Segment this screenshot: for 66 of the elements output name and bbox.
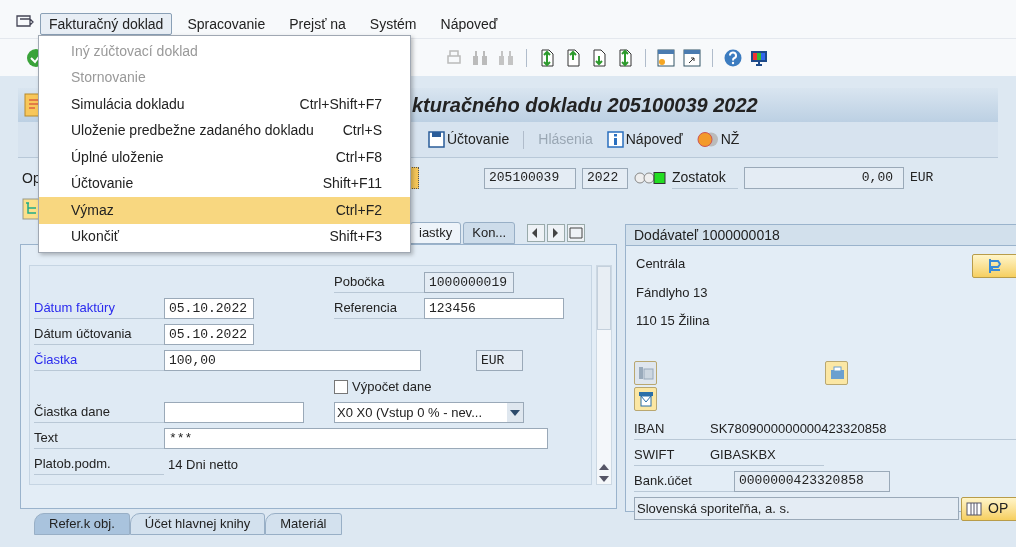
input-field[interactable]: 205100039 [484,167,576,189]
input-field[interactable]: 05.10.2022 [164,324,254,345]
checkbox[interactable] [334,379,348,394]
input-field[interactable]: 123456 [424,298,564,319]
status-lights-icon [634,171,666,185]
info-icon [606,131,624,148]
checkbox-label: Výpočet dane [352,377,432,396]
field-label: Zostatok [672,167,738,189]
field-value: SK7809000000000423320858 [710,419,887,438]
fax-button[interactable] [825,360,848,385]
scrollbar[interactable] [596,265,612,485]
scroll-down-icon[interactable] [599,476,609,482]
menu-item[interactable]: Ukončiť Shift+F3 [39,223,410,250]
menu-item[interactable]: Systém [360,13,426,35]
field-value: GIBASKBX [710,445,776,464]
field-label: SWIFT [634,445,676,464]
toolbar-button[interactable]: Účtovanie [428,129,510,150]
currency-field[interactable]: EUR [476,350,523,371]
envelope-icon [637,390,654,407]
tab[interactable]: Účet hlavnej knihy [129,513,266,535]
input-field[interactable]: 100,00 [164,350,421,371]
input-field[interactable]: 1000000019 [424,272,514,293]
scroll-up-icon[interactable] [599,464,609,470]
scroll-left-icon[interactable] [527,224,546,242]
address-line: Centrála [636,255,687,273]
scroll-right-icon[interactable] [547,224,566,242]
field-value: 14 Dni netto [167,455,239,474]
dropdown-field[interactable]: X0 X0 (Vstup 0 % - nev... [334,402,524,423]
input-field[interactable]: 2022 [582,167,628,189]
menu-icon[interactable] [16,15,34,29]
menu-item[interactable]: Fakturačný doklad [40,13,173,35]
menu-item[interactable]: Simulácia dokladu Ctrl+Shift+F7 [39,91,410,118]
toolbar-button[interactable]: NŽ [696,129,740,150]
menu-item[interactable]: Uloženie predbežne zadaného dokladu Ctrl+S [39,117,410,144]
email-button[interactable] [634,386,657,411]
input-field: 0,00 [744,167,904,189]
input-field[interactable] [164,402,304,423]
op-button[interactable]: OP [961,496,1016,521]
tab[interactable]: Materiál [265,513,342,535]
menu-item[interactable]: Prejsť na [280,13,355,35]
shortcut-window-icon[interactable] [682,47,702,68]
tab[interactable]: iastky [410,222,462,244]
bank-name-field: Slovenská sporiteľňa, a. s. [634,497,959,520]
tab[interactable]: Refer.k obj. [34,513,130,535]
menu-item[interactable]: Výmaz Ctrl+F2 [39,197,410,224]
tab[interactable]: Kon... [463,222,516,244]
address-line: Fándlyho 13 [636,283,709,302]
coins-icon [696,131,719,148]
input-field[interactable]: 05.10.2022 [164,298,254,319]
panel-title: Dodávateľ 1000000018 [626,225,1016,246]
input-field[interactable]: 0000000423320858 [734,470,890,492]
new-window-icon[interactable] [656,47,676,68]
menu-item[interactable]: Účtovanie Shift+F11 [39,170,410,197]
menu-item[interactable]: Spracovanie [178,13,275,35]
menu-item[interactable]: Úplné uloženie Ctrl+F8 [39,144,410,171]
field-label: Platob.podm. [34,454,164,475]
currency-label: EUR [910,169,934,188]
table-icon [966,501,982,516]
help-icon[interactable] [723,47,743,68]
window-title: kturačného dokladu 205100039 2022 [412,93,758,118]
field-label: IBAN [634,419,666,438]
address-button[interactable] [972,254,1016,278]
address-line: 110 15 Žilina [636,312,710,330]
toolbar-button[interactable]: Nápoveď [606,129,683,150]
input-field[interactable]: *** [164,428,548,449]
menu-item[interactable]: Nápoveď [431,13,507,35]
